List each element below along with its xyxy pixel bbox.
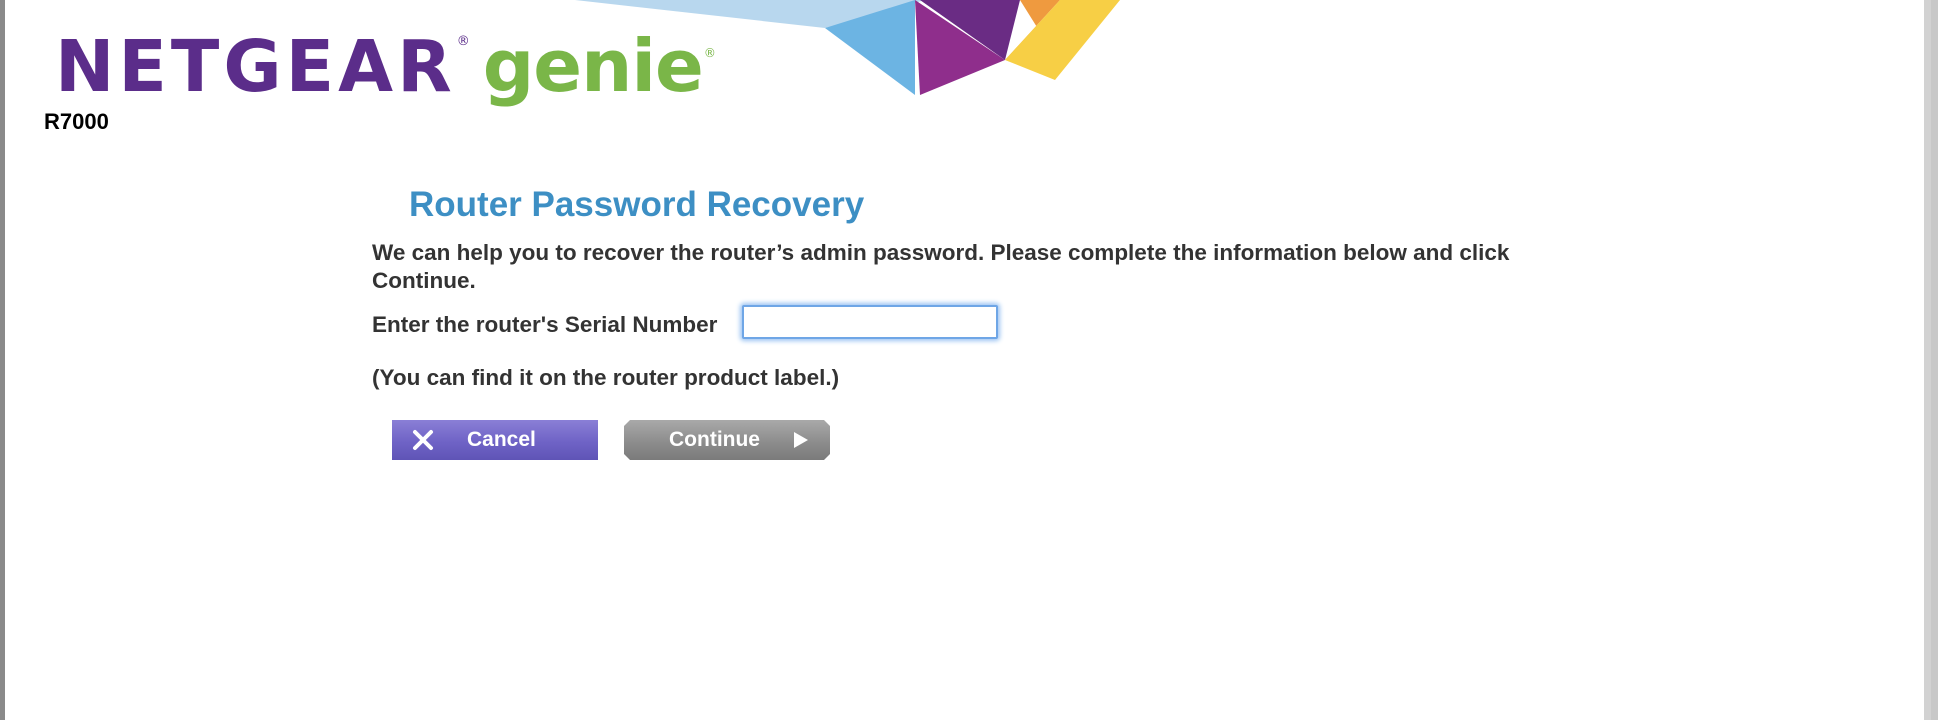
close-icon — [413, 430, 433, 450]
window-edge — [1924, 0, 1931, 720]
brand-product: genie — [482, 24, 704, 108]
serial-hint: (You can find it on the router product l… — [372, 365, 840, 390]
netgear-genie-logo: NETGEAR® genie® — [55, 24, 716, 108]
intro-text: We can help you to recover the router’s … — [372, 240, 1510, 293]
window-border — [0, 0, 5, 720]
serial-number-label: Enter the router's Serial Number — [372, 312, 718, 337]
page-title: Router Password Recovery — [409, 185, 865, 224]
brand-name: NETGEAR — [55, 25, 456, 108]
continue-button[interactable]: Continue — [624, 420, 830, 460]
registered-mark-genie: ® — [703, 46, 716, 60]
play-arrow-icon — [794, 432, 808, 448]
cancel-button[interactable]: Cancel — [392, 420, 598, 460]
registered-mark: ® — [456, 34, 470, 49]
serial-number-input[interactable] — [742, 305, 998, 339]
banner-shape-yellow — [1005, 0, 1120, 80]
cancel-button-label: Cancel — [467, 428, 536, 451]
router-model: R7000 — [44, 109, 109, 134]
page: NETGEAR® genie® R7000 Router Password Rec… — [5, 0, 1931, 720]
continue-button-label: Continue — [669, 428, 760, 451]
